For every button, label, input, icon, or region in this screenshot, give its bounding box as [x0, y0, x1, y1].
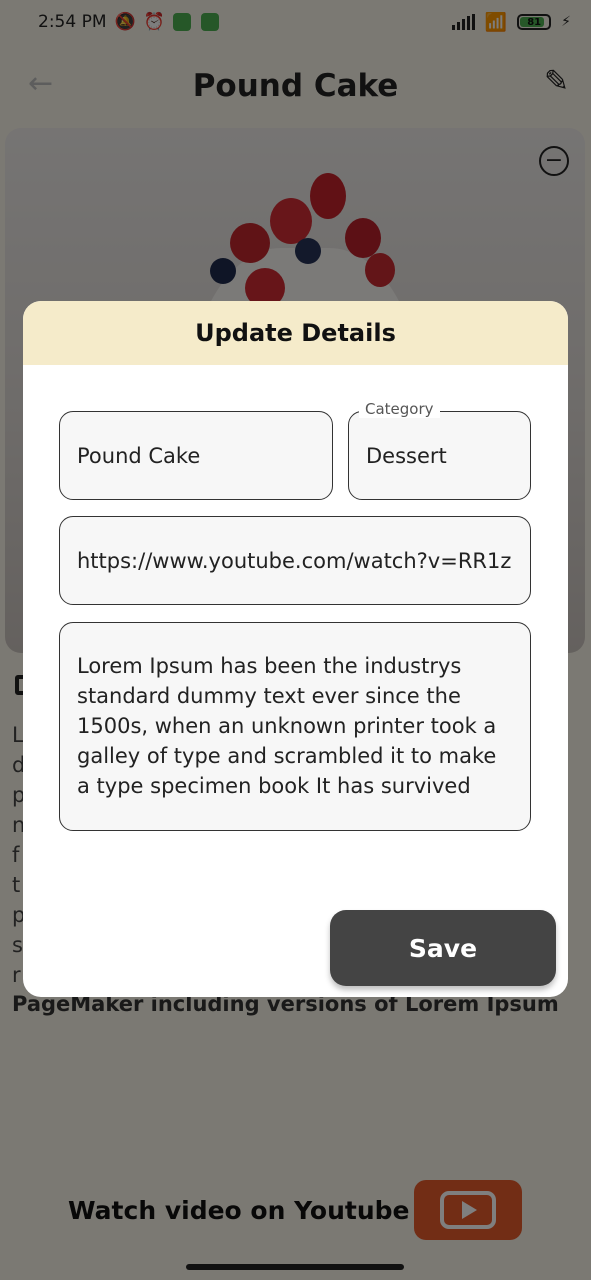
category-value: Dessert: [366, 443, 447, 468]
save-button[interactable]: Save: [330, 910, 556, 986]
update-details-dialog: Update Details Pound Cake Category Desse…: [23, 301, 568, 997]
dialog-header: Update Details: [23, 301, 568, 365]
category-label: Category: [359, 400, 440, 418]
video-url-value: https://www.youtube.com/watch?v=RR1z: [77, 548, 512, 573]
recipe-name-value: Pound Cake: [77, 443, 201, 468]
video-url-field[interactable]: https://www.youtube.com/watch?v=RR1z: [59, 516, 531, 605]
description-field[interactable]: Lorem Ipsum has been the industrys stand…: [59, 622, 531, 831]
category-field[interactable]: Category Dessert: [348, 400, 531, 500]
dialog-title: Update Details: [195, 319, 396, 347]
description-value: Lorem Ipsum has been the industrys stand…: [77, 654, 497, 798]
gesture-nav-bar[interactable]: [186, 1264, 404, 1270]
recipe-name-field[interactable]: Pound Cake: [59, 411, 333, 500]
